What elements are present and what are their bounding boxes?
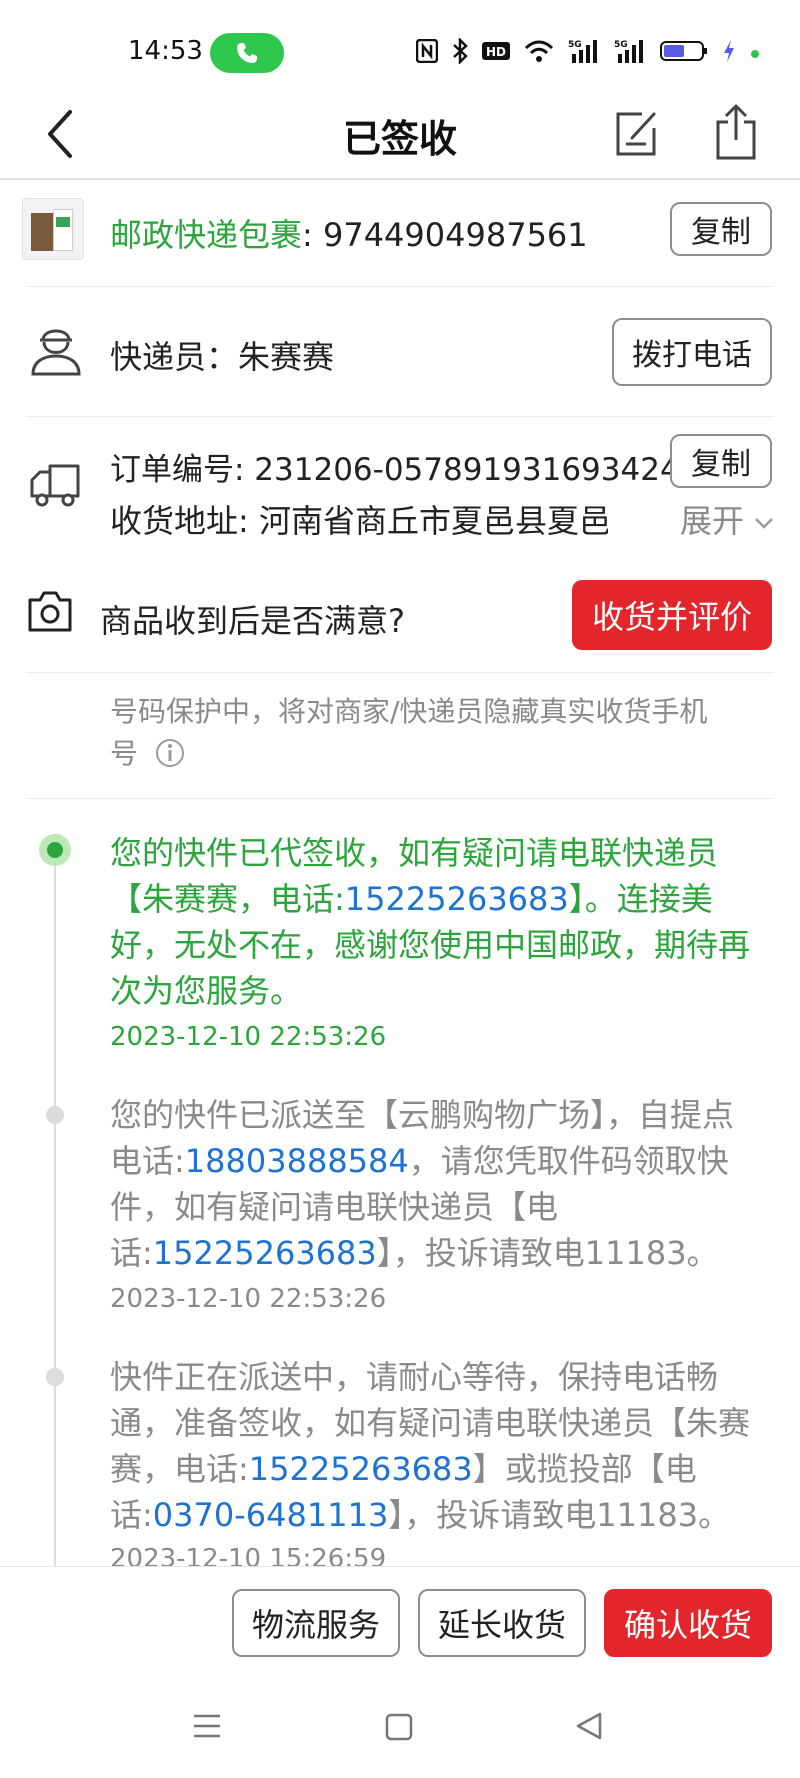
extend-receipt-button[interactable]: 延长收货 [418,1589,586,1657]
call-courier-button[interactable]: 拨打电话 [612,318,772,386]
phone-link[interactable]: 18803888584 [185,1142,409,1180]
svg-text:5G: 5G [568,40,582,50]
phone-link[interactable]: 15225263683 [153,1234,377,1272]
receive-and-review-button[interactable]: 收货并评价 [572,580,772,650]
tracking-line: 邮政快递包裹: 9744904987561 [110,210,588,256]
package-row: 邮政快递包裹: 9744904987561 复制 [22,180,776,288]
privacy-note: 号码保护中，将对商家/快递员隐藏真实收货手机 号 [22,682,776,792]
courier-row: 快递员：朱赛赛 拨打电话 [22,288,776,416]
phone-link[interactable]: 0370-6481113 [153,1496,389,1534]
battery-icon [660,39,708,67]
divider [26,286,774,287]
delivery-truck-icon [28,458,82,514]
copy-tracking-button[interactable]: 复制 [670,202,772,256]
timeline-dot-current [39,834,71,866]
courier-info: 快递员：朱赛赛 [110,332,334,378]
nfc-icon [415,38,439,67]
hd-icon: HD [482,40,510,66]
timeline-line [54,848,56,1568]
share-icon [716,104,756,160]
phone-link[interactable]: 15225263683 [345,880,569,918]
info-icon[interactable] [155,738,185,768]
charging-icon [722,39,736,67]
chevron-down-icon [755,518,774,529]
product-thumbnail[interactable] [22,198,84,260]
divider [26,672,774,673]
ongoing-call-pill[interactable] [210,33,284,73]
timeline-dot [46,1368,64,1386]
courier-icon [30,320,82,380]
tracking-number: : 9744904987561 [302,216,588,254]
back-nav-icon[interactable] [574,1710,604,1746]
wifi-icon [524,39,554,67]
menu-icon[interactable] [192,1712,222,1744]
order-row: 订单编号: 231206-057891931693424 复制 收货地址: 河南… [22,418,776,548]
carrier-label: 邮政快递包裹 [110,216,303,254]
expand-label: 展开 [680,502,745,540]
timeline-event-3: 快件正在派送中，请耐心等待，保持电话畅通，准备签收，如有疑问请电联快递员【朱赛赛… [110,1354,760,1538]
review-question: 商品收到后是否满意? [100,602,405,640]
order-number: 订单编号: 231206-057891931693424 [110,452,680,488]
timeline-event-2: 您的快件已派送至【云鹏购物广场】，自提点电话:18803888584，请您凭取件… [110,1092,760,1276]
bottom-action-bar: 物流服务 延长收货 确认收货 [0,1566,800,1686]
divider [26,416,774,417]
status-time: 14:53 [128,36,203,66]
system-nav-bar [0,1686,800,1778]
event-text: 】，投诉请致电11183。 [388,1496,731,1534]
copy-order-button[interactable]: 复制 [670,434,772,488]
signal-5g-icon: 5G [614,38,646,68]
status-bar: 14:53 HD 5G 5G [0,0,800,90]
page-title: 已签收 [342,117,457,161]
status-icons: HD 5G 5G [415,36,760,68]
share-button[interactable] [714,102,758,162]
timeline-time-2: 2023-12-10 22:53:26 [110,1284,387,1314]
timeline-dot [46,1106,64,1124]
top-nav-bar: 已签收 [0,90,800,180]
courier-name: 朱赛赛 [238,338,335,376]
privacy-line-1: 号码保护中，将对商家/快递员隐藏真实收货手机 [110,695,708,728]
signal-5g-icon: 5G [568,38,600,68]
shipping-address: 收货地址: 河南省商丘市夏邑县夏邑县 [110,502,608,540]
svg-text:HD: HD [486,45,506,59]
review-row: 商品收到后是否满意? 收货并评价 [22,560,776,670]
svg-text:5G: 5G [614,40,628,50]
expand-address-button[interactable]: 展开 [680,496,774,542]
edit-button[interactable] [612,104,662,160]
confirm-receipt-button[interactable]: 确认收货 [604,1589,772,1657]
phone-link[interactable]: 15225263683 [249,1450,473,1488]
bluetooth-icon [452,36,468,68]
edit-icon [616,112,656,156]
privacy-line-2: 号 [110,737,139,770]
divider [26,798,774,799]
logistics-service-button[interactable]: 物流服务 [232,1589,400,1657]
home-icon[interactable] [384,1712,414,1746]
camera-icon [26,590,74,638]
privacy-line-2-wrap: 号 [110,732,185,772]
event-text: 】，投诉请致电11183。 [376,1234,719,1272]
timeline-time-1: 2023-12-10 22:53:26 [110,1022,387,1052]
phone-icon [237,43,257,63]
courier-label: 快递员： [110,338,239,376]
timeline-event-1: 您的快件已代签收，如有疑问请电联快递员【朱赛赛，电话:15225263683】。… [110,830,760,1014]
status-dot-icon [750,44,760,63]
